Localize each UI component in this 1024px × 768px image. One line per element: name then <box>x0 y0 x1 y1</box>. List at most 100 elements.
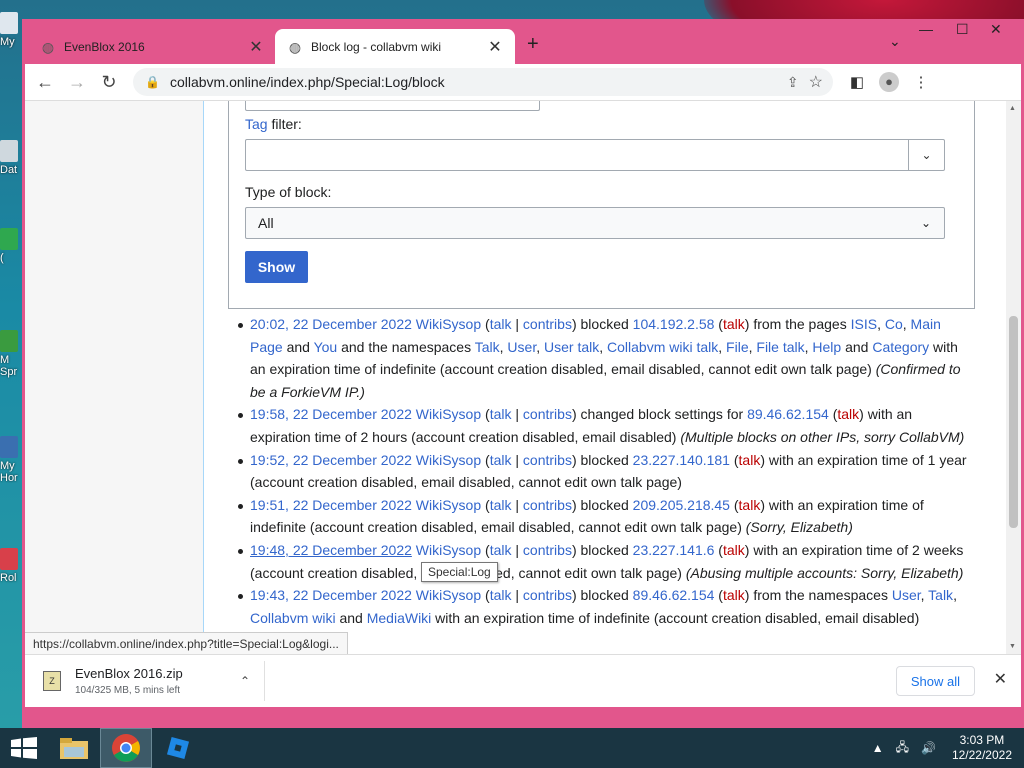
log-link[interactable]: Talk <box>475 339 500 355</box>
tab-close-icon[interactable]: ✕ <box>487 37 503 57</box>
log-link[interactable]: File talk <box>756 339 804 355</box>
start-button[interactable] <box>0 728 48 768</box>
log-link[interactable]: 19:48, 22 December 2022 <box>250 542 412 558</box>
log-link[interactable]: contribs <box>523 452 572 468</box>
log-link[interactable]: ISIS <box>851 316 877 332</box>
log-link[interactable]: 209.205.218.45 <box>633 497 730 513</box>
tab-block-log[interactable]: ◍ Block log - collabvm wiki ✕ <box>275 29 515 64</box>
log-link[interactable]: talk <box>490 542 512 558</box>
log-link[interactable]: 23.227.141.6 <box>633 542 715 558</box>
file-explorer-icon[interactable] <box>48 728 100 768</box>
chrome-taskbar-icon[interactable] <box>100 728 152 768</box>
log-link[interactable]: Help <box>812 339 841 355</box>
scroll-up-icon[interactable]: ▲ <box>1009 105 1016 112</box>
chevron-up-icon[interactable]: ⌃ <box>240 674 250 688</box>
show-all-downloads-button[interactable]: Show all <box>895 666 975 696</box>
scrollbar-thumb[interactable] <box>1009 316 1018 528</box>
log-link[interactable]: WikiSysop <box>416 587 481 603</box>
log-link[interactable]: 23.227.140.181 <box>633 452 730 468</box>
close-window-icon[interactable]: ✕ <box>990 21 1002 38</box>
type-of-block-select[interactable]: All ⌄ <box>245 207 945 239</box>
log-entry: 19:51, 22 December 2022 WikiSysop (talk … <box>238 494 975 539</box>
show-button[interactable]: Show <box>245 251 308 283</box>
log-link[interactable]: 20:02, 22 December 2022 <box>250 316 412 332</box>
close-shelf-icon[interactable]: ✕ <box>994 669 1007 689</box>
log-link[interactable]: 89.46.62.154 <box>747 406 829 422</box>
tab-evenblox[interactable]: ◍ EvenBlox 2016 ✕ <box>28 29 276 64</box>
log-link[interactable]: talk <box>490 316 512 332</box>
tab-close-icon[interactable]: ✕ <box>248 37 264 57</box>
log-link[interactable]: WikiSysop <box>416 406 481 422</box>
back-arrow-icon[interactable]: ← <box>29 72 61 93</box>
log-link[interactable]: Collabvm wiki talk <box>607 339 718 355</box>
tray-chevron-icon[interactable]: ▲ <box>872 741 884 755</box>
bookmark-star-icon[interactable]: ☆ <box>809 72 823 92</box>
log-link[interactable]: talk <box>490 452 512 468</box>
log-link[interactable]: Co <box>885 316 903 332</box>
page-scrollbar[interactable]: ▲ ▼ <box>1006 101 1021 654</box>
log-link[interactable]: 19:52, 22 December 2022 <box>250 452 412 468</box>
scroll-down-icon[interactable]: ▼ <box>1009 643 1016 650</box>
log-link[interactable]: User talk <box>544 339 599 355</box>
network-icon[interactable]: 🖧 <box>896 738 909 759</box>
chevron-down-icon[interactable]: ⌄ <box>908 140 944 170</box>
desktop-icon-data[interactable]: Dat <box>0 140 22 176</box>
log-link[interactable]: Talk <box>928 587 953 603</box>
desktop-icon-spreadsheet[interactable]: M Spr <box>0 330 22 378</box>
log-link[interactable]: talk <box>739 497 761 513</box>
log-link[interactable]: WikiSysop <box>416 497 481 513</box>
log-link[interactable]: talk <box>490 406 512 422</box>
log-link[interactable]: WikiSysop <box>416 542 481 558</box>
log-link[interactable]: MediaWiki <box>367 610 432 626</box>
profile-icon[interactable]: ● <box>873 72 905 92</box>
log-link[interactable]: talk <box>739 452 761 468</box>
log-link[interactable]: contribs <box>523 497 572 513</box>
forward-arrow-icon[interactable]: → <box>61 72 93 93</box>
log-link[interactable]: talk <box>723 587 745 603</box>
share-icon[interactable]: ⇪ <box>787 74 799 91</box>
log-link[interactable]: User <box>507 339 536 355</box>
tab-search-chevron-icon[interactable]: ⌄ <box>889 33 901 50</box>
log-link[interactable]: WikiSysop <box>416 316 481 332</box>
clock[interactable]: 3:03 PM 12/22/2022 <box>952 733 1012 763</box>
log-link[interactable]: talk <box>723 542 745 558</box>
log-link[interactable]: Category <box>872 339 929 355</box>
log-link[interactable]: contribs <box>523 316 572 332</box>
new-tab-icon[interactable]: + <box>527 33 539 56</box>
previous-field[interactable] <box>245 101 540 111</box>
menu-kebab-icon[interactable]: ⋮ <box>905 73 937 91</box>
tag-filter-field[interactable] <box>246 140 908 170</box>
desktop-icon-roblox[interactable]: Rol <box>0 548 22 584</box>
log-link[interactable]: User <box>892 587 921 603</box>
log-link[interactable]: You <box>314 339 338 355</box>
log-link[interactable]: WikiSysop <box>416 452 481 468</box>
log-link[interactable]: File <box>726 339 749 355</box>
address-bar[interactable]: 🔒 collabvm.online/index.php/Special:Log/… <box>133 68 833 96</box>
volume-icon[interactable]: 🔊 <box>921 741 936 755</box>
tag-filter-input[interactable]: ⌄ <box>245 139 945 171</box>
maximize-icon[interactable]: ☐ <box>956 21 969 38</box>
roblox-taskbar-icon[interactable] <box>152 728 204 768</box>
log-link[interactable]: 104.192.2.58 <box>633 316 715 332</box>
desktop-icon-my-computer[interactable]: My <box>0 12 22 48</box>
log-link[interactable]: contribs <box>523 542 572 558</box>
tag-link[interactable]: Tag <box>245 116 268 132</box>
url-text[interactable]: collabvm.online/index.php/Special:Log/bl… <box>170 74 777 90</box>
minimize-icon[interactable]: — <box>919 21 933 37</box>
log-link[interactable]: Collabvm wiki <box>250 610 336 626</box>
log-link[interactable]: contribs <box>523 406 572 422</box>
log-link[interactable]: 19:58, 22 December 2022 <box>250 406 412 422</box>
log-link[interactable]: talk <box>490 497 512 513</box>
desktop-icon-homegroup[interactable]: My Hor <box>0 436 22 484</box>
reload-icon[interactable]: ↻ <box>93 72 125 93</box>
desktop-icon-green[interactable]: ( <box>0 228 22 264</box>
log-link[interactable]: 19:43, 22 December 2022 <box>250 587 412 603</box>
log-link[interactable]: 89.46.62.154 <box>633 587 715 603</box>
side-panel-icon[interactable]: ◧ <box>841 73 873 91</box>
log-link[interactable]: 19:51, 22 December 2022 <box>250 497 412 513</box>
log-link[interactable]: talk <box>490 587 512 603</box>
download-item[interactable]: Z EvenBlox 2016.zip 104/325 MB, 5 mins l… <box>25 661 265 701</box>
log-link[interactable]: talk <box>837 406 859 422</box>
log-link[interactable]: contribs <box>523 587 572 603</box>
log-link[interactable]: talk <box>723 316 745 332</box>
